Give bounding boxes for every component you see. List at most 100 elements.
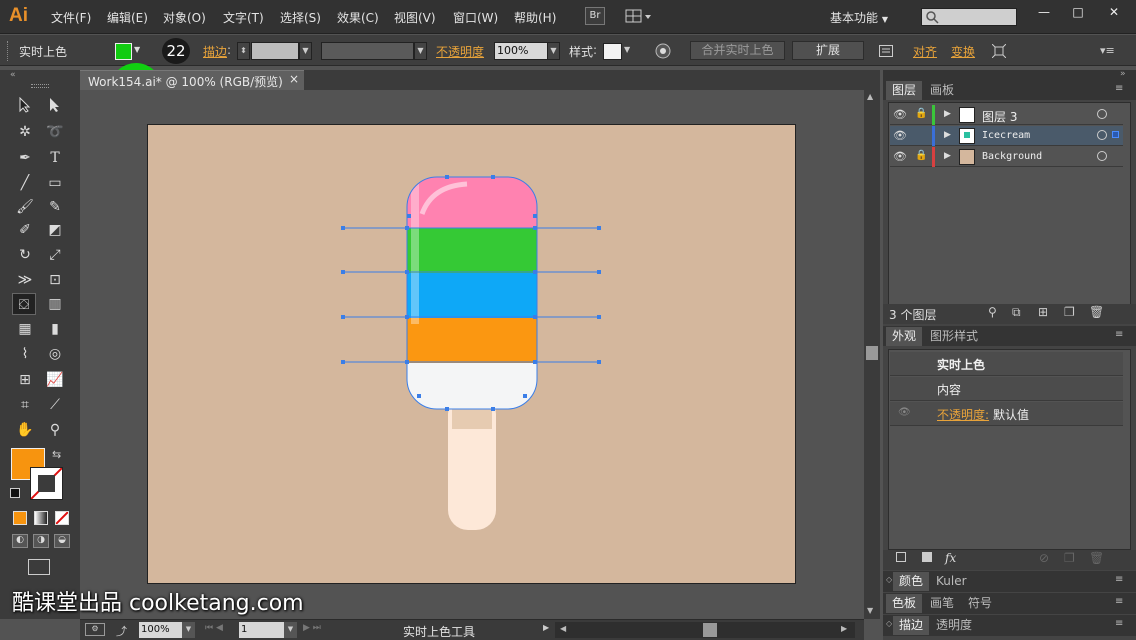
blend-tool-icon[interactable]: ◎ bbox=[43, 343, 67, 365]
maximize-button[interactable]: □ bbox=[1061, 3, 1095, 21]
appearance-opacity-row[interactable]: 👁 不透明度: 默认值 bbox=[890, 402, 1123, 426]
stroke-color-swatch[interactable] bbox=[30, 467, 63, 500]
align-link[interactable]: 对齐 bbox=[913, 43, 937, 60]
menu-file[interactable]: 文件(F) bbox=[51, 9, 91, 26]
free-transform-icon[interactable]: ⊡ bbox=[43, 269, 67, 291]
visibility-eye-icon[interactable]: 👁 bbox=[893, 150, 907, 163]
blob-brush-icon[interactable]: ✐ bbox=[13, 219, 37, 241]
blue-band[interactable] bbox=[407, 273, 537, 318]
swap-colors-icon[interactable]: ⇆ bbox=[52, 448, 61, 461]
draw-inside-icon[interactable]: ◒ bbox=[54, 534, 70, 548]
target-icon[interactable] bbox=[1097, 151, 1107, 161]
zoom-field[interactable]: 100% bbox=[139, 622, 182, 638]
tab-transparency[interactable]: 透明度 bbox=[930, 616, 978, 635]
tab-graphic-styles[interactable]: 图形样式 bbox=[924, 327, 984, 346]
rotate-tool-icon[interactable]: ↻ bbox=[13, 244, 37, 266]
panel-menu-icon[interactable]: ≡ bbox=[1115, 574, 1123, 585]
mesh-tool-icon[interactable]: ▦ bbox=[13, 318, 37, 340]
width-tool-icon[interactable]: ≫ bbox=[13, 269, 37, 291]
orange-band[interactable] bbox=[407, 318, 537, 363]
close-tab-icon[interactable]: × bbox=[289, 72, 299, 86]
menu-view[interactable]: 视图(V) bbox=[394, 9, 436, 26]
lock-icon[interactable]: 🔒 bbox=[915, 150, 927, 161]
variable-width-profile[interactable] bbox=[321, 42, 414, 60]
expand-arrow-icon[interactable]: ▶ bbox=[944, 109, 951, 119]
tab-appearance[interactable]: 外观 bbox=[886, 327, 923, 346]
trash-icon[interactable]: 🗑 bbox=[1089, 551, 1104, 565]
slice-tool-icon[interactable]: ⟋ bbox=[43, 394, 67, 416]
hscroll-thumb[interactable] bbox=[703, 623, 717, 637]
chevron-down-icon[interactable]: ▼ bbox=[284, 622, 297, 638]
page-field[interactable]: 1 bbox=[239, 622, 284, 638]
gpu-icon[interactable]: ⚙ bbox=[85, 623, 105, 636]
expand-arrow-icon[interactable]: ▶ bbox=[944, 151, 951, 161]
chevron-down-icon[interactable]: ▼ bbox=[182, 622, 195, 638]
none-mode-icon[interactable] bbox=[55, 511, 69, 525]
trash-icon[interactable]: 🗑 bbox=[1089, 305, 1104, 319]
panel-menu-icon[interactable]: ≡ bbox=[1115, 329, 1123, 340]
search-input[interactable] bbox=[921, 8, 1017, 26]
grip-handle[interactable] bbox=[7, 41, 10, 61]
chevron-down-icon[interactable]: ▼ bbox=[414, 42, 427, 60]
arrange-documents-icon[interactable] bbox=[625, 8, 653, 25]
layer-row[interactable]: 👁 🔒 ▶ Background bbox=[890, 147, 1123, 167]
stroke-label[interactable]: 描边 bbox=[203, 43, 227, 60]
chevron-down-icon[interactable]: ▼ bbox=[624, 45, 630, 54]
visibility-eye-icon[interactable]: 👁 bbox=[893, 129, 907, 142]
visibility-eye-icon[interactable]: 👁 bbox=[893, 108, 907, 121]
green-band[interactable] bbox=[407, 228, 537, 273]
screen-mode-icon[interactable] bbox=[28, 559, 50, 575]
tab-symbols[interactable]: 符号 bbox=[962, 594, 998, 613]
pen-tool-icon[interactable]: ✒ bbox=[13, 147, 37, 169]
paintbrush-icon[interactable]: 🖌 bbox=[13, 196, 37, 218]
panel-menu-icon[interactable]: ▾≡ bbox=[1100, 44, 1115, 57]
rectangle-tool-icon[interactable]: ▭ bbox=[43, 172, 67, 194]
horizontal-scrollbar[interactable]: ◀ ▶ bbox=[555, 622, 855, 638]
first-page-icon[interactable]: ⏮ ◀ bbox=[205, 623, 223, 633]
clear-icon[interactable]: ⊘ bbox=[1039, 551, 1049, 565]
status-menu-icon[interactable]: ▶ bbox=[543, 623, 549, 632]
direct-selection-tool-icon[interactable] bbox=[43, 97, 67, 119]
new-sublayer-icon[interactable]: ⊞ bbox=[1038, 305, 1048, 319]
stroke-stepper[interactable]: ⬍ bbox=[237, 42, 250, 60]
draw-behind-icon[interactable]: ◑ bbox=[33, 534, 49, 548]
isolate-icon[interactable] bbox=[991, 43, 1007, 59]
color-mode-icon[interactable] bbox=[13, 511, 27, 525]
new-layer-icon[interactable]: ❐ bbox=[1064, 305, 1075, 319]
pencil-icon[interactable]: ✎ bbox=[43, 196, 67, 218]
eyedropper-icon[interactable]: ⌇ bbox=[13, 343, 37, 365]
opacity-field[interactable]: 100% bbox=[494, 42, 548, 60]
scale-tool-icon[interactable]: ⤢ bbox=[43, 244, 67, 266]
scroll-thumb[interactable] bbox=[866, 346, 878, 360]
lasso-icon[interactable]: ➰ bbox=[43, 121, 67, 143]
panel-menu-icon[interactable]: ≡ bbox=[1115, 618, 1123, 629]
style-swatch[interactable] bbox=[603, 43, 622, 60]
layer-name[interactable]: 图层 3 bbox=[982, 108, 1017, 125]
menu-edit[interactable]: 编辑(E) bbox=[107, 9, 148, 26]
panel-menu-icon[interactable]: ≡ bbox=[1115, 83, 1123, 94]
artboard-tool-icon[interactable]: ⌗ bbox=[13, 394, 37, 416]
stroke-weight-value[interactable]: 22 bbox=[162, 38, 190, 64]
tab-swatches[interactable]: 色板 bbox=[886, 594, 923, 613]
add-stroke-icon[interactable] bbox=[896, 552, 906, 562]
toolbox-grip[interactable] bbox=[31, 84, 49, 88]
tab-layers[interactable]: 图层 bbox=[886, 81, 923, 100]
layer-name[interactable]: Background bbox=[982, 151, 1042, 162]
live-paint-bucket-icon[interactable]: ⛋ bbox=[12, 293, 36, 315]
tab-artboards[interactable]: 画板 bbox=[924, 81, 960, 100]
expand-arrow-icon[interactable]: ▶ bbox=[944, 130, 951, 140]
add-fill-icon[interactable] bbox=[922, 552, 932, 562]
draw-normal-icon[interactable]: ◐ bbox=[12, 534, 28, 548]
last-page-icon[interactable]: ▶ ⏭ bbox=[303, 623, 321, 633]
tab-kuler[interactable]: Kuler bbox=[930, 572, 973, 591]
white-band[interactable] bbox=[407, 363, 537, 409]
magic-wand-icon[interactable]: ✲ bbox=[13, 121, 37, 143]
lock-icon[interactable]: 🔒 bbox=[915, 108, 927, 119]
target-icon[interactable] bbox=[1097, 130, 1107, 140]
default-colors-icon[interactable] bbox=[10, 488, 20, 498]
close-button[interactable]: ✕ bbox=[1095, 3, 1133, 21]
locate-object-icon[interactable]: ⚲ bbox=[988, 305, 997, 319]
appearance-opacity-label[interactable]: 不透明度: bbox=[937, 406, 989, 423]
chevron-down-icon[interactable]: ▼ bbox=[547, 42, 560, 60]
scroll-left-icon[interactable]: ◀ bbox=[560, 624, 566, 633]
